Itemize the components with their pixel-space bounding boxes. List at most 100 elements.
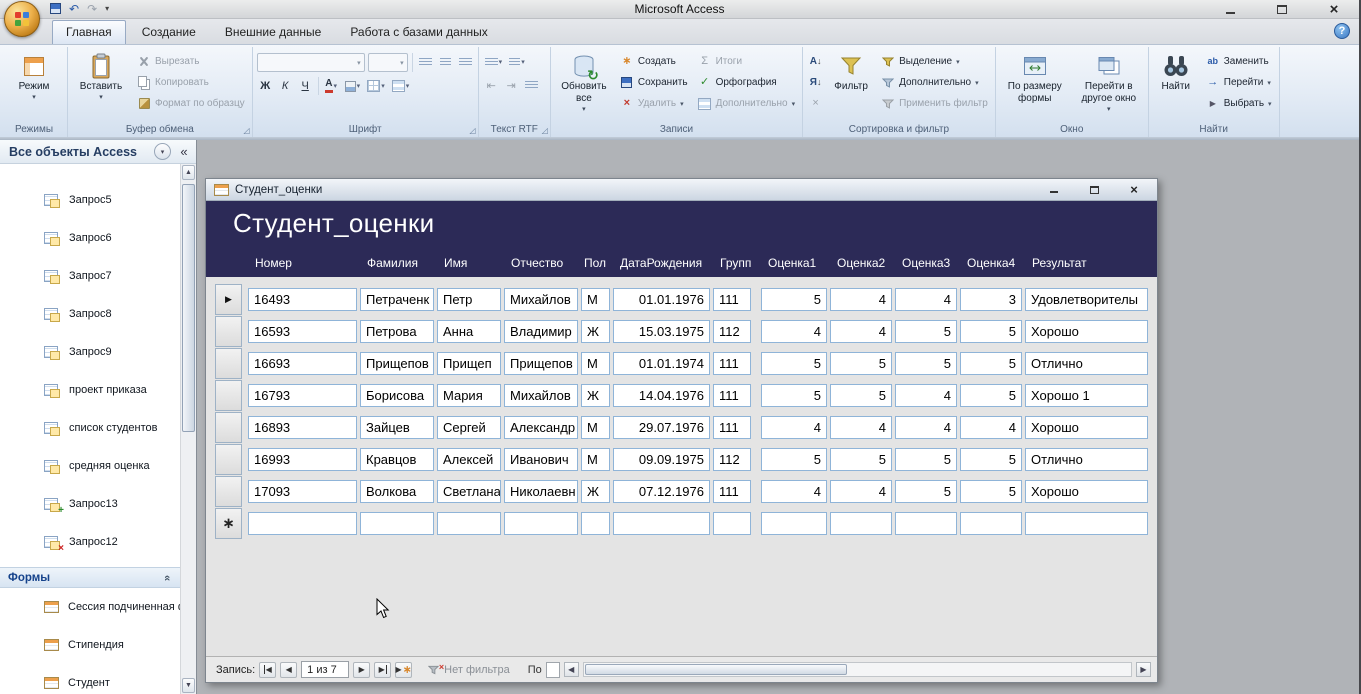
cell[interactable]: Прищепов	[504, 352, 578, 375]
cell[interactable]	[761, 512, 827, 535]
new-record-selector[interactable]: ∗	[215, 508, 242, 539]
cell[interactable]: Зайцев	[360, 416, 434, 439]
first-record-button[interactable]: ◀	[259, 662, 276, 678]
nav-pane-menu-button[interactable]: ▾	[154, 143, 171, 160]
font-size-select[interactable]: ▾	[368, 53, 408, 72]
toggle-filter-button[interactable]: Применить фильтр	[878, 94, 991, 113]
find-button[interactable]: Найти	[1153, 49, 1199, 123]
scroll-up-icon[interactable]: ▲	[182, 165, 195, 180]
cell[interactable]: 16893	[248, 416, 357, 439]
cell[interactable]: 16693	[248, 352, 357, 375]
cell[interactable]: 16493	[248, 288, 357, 311]
cell[interactable]: 4	[761, 416, 827, 439]
cell[interactable]: 5	[830, 352, 892, 375]
dialog-launcher-icon[interactable]: ◿	[244, 127, 250, 135]
cell[interactable]: Удовлетворителы	[1025, 288, 1148, 311]
search-input[interactable]	[546, 662, 560, 678]
cell[interactable]: 16793	[248, 384, 357, 407]
minimize-button[interactable]	[1221, 2, 1239, 16]
cell[interactable]: Борисова	[360, 384, 434, 407]
italic-button[interactable]: К	[277, 77, 294, 95]
numbered-list-button[interactable]: ▾	[483, 53, 505, 71]
cell[interactable]: М	[581, 288, 610, 311]
doc-maximize-button[interactable]	[1087, 184, 1101, 196]
cell[interactable]	[713, 512, 751, 535]
cell[interactable]: 3	[960, 288, 1022, 311]
cell[interactable]: 5	[960, 352, 1022, 375]
goto-button[interactable]: →Перейти▾	[1203, 73, 1275, 92]
totals-button[interactable]: ΣИтоги	[695, 52, 799, 71]
row-selector[interactable]	[215, 316, 242, 347]
filter-status[interactable]: × Нет фильтра	[428, 664, 510, 676]
cell[interactable]: 4	[761, 320, 827, 343]
refresh-all-button[interactable]: ↻ Обновить все ▾	[555, 49, 613, 123]
cell[interactable]: 5	[761, 384, 827, 407]
format-painter-button[interactable]: Формат по образцу	[134, 94, 248, 113]
cell[interactable]: Петр	[437, 288, 501, 311]
cell[interactable]	[581, 512, 610, 535]
font-color-button[interactable]: А▾	[323, 77, 340, 95]
cell[interactable]	[895, 512, 957, 535]
cell[interactable]: 4	[895, 384, 957, 407]
scrollbar-thumb[interactable]	[585, 664, 848, 675]
tab-database-tools[interactable]: Работа с базами данных	[337, 21, 500, 44]
select-button[interactable]: ▶Выбрать▾	[1203, 94, 1275, 113]
cell[interactable]: Волкова	[360, 480, 434, 503]
cell[interactable]: 16593	[248, 320, 357, 343]
advanced-filter-button[interactable]: Дополнительно▾	[878, 73, 991, 92]
cell[interactable]: Прищепов	[360, 352, 434, 375]
collapse-group-icon[interactable]: «	[161, 574, 173, 580]
restore-button[interactable]	[1273, 2, 1291, 16]
bullet-list-button[interactable]: ▾	[507, 53, 527, 71]
cell[interactable]: 111	[713, 480, 751, 503]
cell[interactable]: Владимир	[504, 320, 578, 343]
cell[interactable]: Отлично	[1025, 448, 1148, 471]
clear-sorts-button[interactable]: ×	[807, 94, 824, 112]
dialog-launcher-icon[interactable]: ◿	[542, 127, 548, 135]
row-selector[interactable]: ▶	[215, 284, 242, 315]
cell[interactable]: 29.07.1976	[613, 416, 710, 439]
nav-item-spisok-studentov[interactable]: список студентов	[0, 409, 180, 447]
font-family-select[interactable]: ▾	[257, 53, 365, 72]
nav-item-query13[interactable]: +Запрос13	[0, 485, 180, 523]
more-records-button[interactable]: Дополнительно▾	[695, 94, 799, 113]
cell[interactable]: 14.04.1976	[613, 384, 710, 407]
paste-button[interactable]: Вставить ▾	[72, 49, 130, 123]
cell[interactable]: 5	[895, 352, 957, 375]
scrollbar-thumb[interactable]	[182, 184, 195, 432]
cell[interactable]: 5	[960, 448, 1022, 471]
nav-item-query7[interactable]: Запрос7	[0, 257, 180, 295]
nav-item-proekt-prikaza[interactable]: проект приказа	[0, 371, 180, 409]
cell[interactable]: 4	[830, 288, 892, 311]
nav-item-query12[interactable]: ×Запрос12	[0, 523, 180, 561]
cell[interactable]: 01.01.1976	[613, 288, 710, 311]
cell[interactable]: 5	[830, 384, 892, 407]
nav-item-stipendiya-form[interactable]: Стипендия	[0, 626, 180, 664]
cell[interactable]: 4	[830, 480, 892, 503]
nav-item-srednyaya-ocenka[interactable]: средняя оценка	[0, 447, 180, 485]
save-record-button[interactable]: Сохранить	[617, 73, 691, 92]
cell[interactable]: Отлично	[1025, 352, 1148, 375]
next-record-button[interactable]: ▶	[353, 662, 370, 678]
cell[interactable]: М	[581, 352, 610, 375]
decrease-indent-button[interactable]: ⇤	[483, 76, 500, 94]
underline-button[interactable]: Ч	[297, 77, 314, 95]
cell[interactable]: М	[581, 416, 610, 439]
cell[interactable]	[830, 512, 892, 535]
cell[interactable]	[437, 512, 501, 535]
cell[interactable]: 5	[960, 384, 1022, 407]
sort-descending-button[interactable]: Я↓	[807, 73, 824, 91]
cell[interactable]: Ж	[581, 480, 610, 503]
cell[interactable]: 111	[713, 416, 751, 439]
new-record-button-ribbon[interactable]: ∗Создать	[617, 52, 691, 71]
cell[interactable]: 111	[713, 288, 751, 311]
tab-home[interactable]: Главная	[52, 20, 126, 44]
cell[interactable]: 5	[895, 480, 957, 503]
cell[interactable]: 5	[761, 352, 827, 375]
undo-button[interactable]: ↶	[69, 3, 79, 15]
cell[interactable]	[248, 512, 357, 535]
cell[interactable]: Хорошо	[1025, 416, 1148, 439]
cell[interactable]: 16993	[248, 448, 357, 471]
doc-minimize-button[interactable]	[1047, 184, 1061, 196]
cut-button[interactable]: Вырезать	[134, 52, 248, 71]
